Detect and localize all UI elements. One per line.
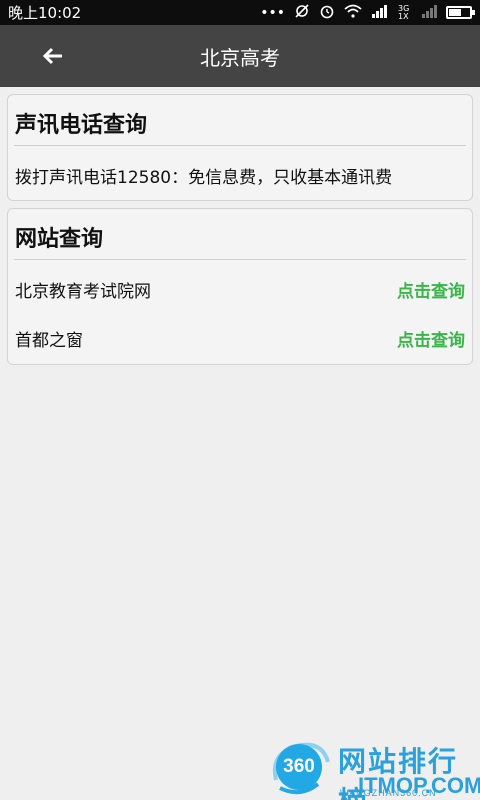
divider: [14, 145, 466, 146]
list-item[interactable]: 北京教育考试院网 点击查询: [15, 274, 465, 304]
battery-icon: [446, 6, 475, 19]
query-link[interactable]: 点击查询: [397, 277, 465, 302]
signal-icon: [371, 4, 389, 21]
sync-off-icon: [294, 3, 310, 22]
logo-badge: 360: [276, 744, 322, 790]
more-dots-icon: •••: [260, 4, 285, 21]
list-item[interactable]: 首都之窗 点击查询: [15, 323, 465, 353]
wifi-icon: [344, 4, 362, 21]
back-arrow-icon: [42, 47, 62, 65]
site-name: 北京教育考试院网: [15, 281, 151, 302]
page-title: 北京高考: [200, 45, 280, 70]
back-button[interactable]: [34, 39, 72, 73]
website-query-card: 网站查询 北京教育考试院网 点击查询 首都之窗 点击查询: [7, 208, 473, 365]
alarm-icon: [319, 3, 335, 22]
signal-weak-icon: [421, 4, 437, 21]
phone-section-title: 声讯电话查询: [15, 113, 148, 138]
watermark-domain: WANGZHAN360.CN: [340, 788, 437, 798]
phone-query-card: 声讯电话查询 拨打声讯电话12580：免信息费，只收基本通讯费: [7, 94, 473, 201]
query-link[interactable]: 点击查询: [397, 326, 465, 351]
status-time: 晚上10:02: [8, 4, 82, 22]
web-section-title: 网站查询: [15, 227, 104, 252]
status-icons: ••• 3G 1X: [260, 3, 475, 22]
app-header: 北京高考: [0, 25, 480, 87]
status-bar: 晚上10:02 ••• 3G 1X: [0, 0, 480, 25]
site-name: 首都之窗: [15, 330, 83, 351]
watermark: 360 网站排行榜 ITMOP.COM WANGZHAN360.CN: [262, 736, 480, 800]
network-type: 3G 1X: [398, 3, 410, 21]
divider: [14, 259, 466, 260]
phone-query-text: 拨打声讯电话12580：免信息费，只收基本通讯费: [15, 168, 393, 188]
